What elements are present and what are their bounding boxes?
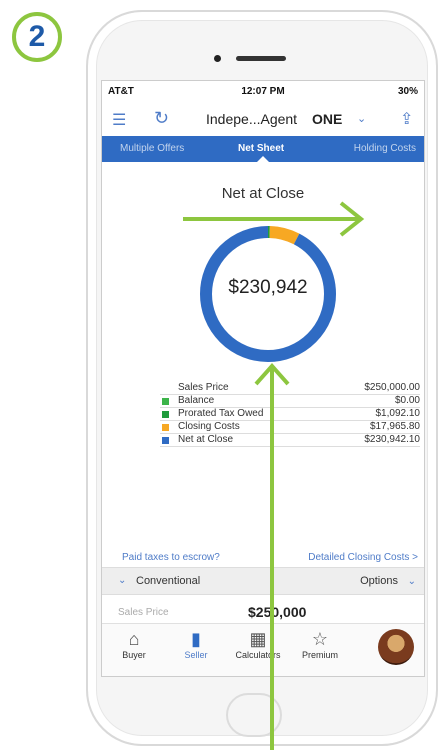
nav-bar: ☰ ↻ Indepe...Agent ONE ⌄ ⇪ (102, 105, 424, 133)
legend: Sales Price $250,000.00 Balance $0.00 Pr… (160, 382, 420, 447)
legend-swatch (162, 411, 169, 418)
nav-premium[interactable]: ☆ Premium (292, 628, 348, 660)
detailed-closing-costs-link[interactable]: Detailed Closing Costs > (308, 552, 418, 563)
share-icon[interactable]: ⇪ (400, 109, 413, 129)
tab-holding-costs[interactable]: Holding Costs (354, 143, 416, 154)
house-icon: ⌂ (128, 629, 140, 649)
legend-row: Sales Price $250,000.00 (160, 382, 420, 395)
refresh-icon[interactable]: ↻ (154, 108, 169, 129)
legend-value: $1,092.10 (375, 408, 421, 419)
battery-indicator: 30% (397, 86, 418, 97)
active-tab-caret (257, 156, 269, 162)
chevron-down-icon[interactable]: ⌄ (408, 576, 416, 587)
nav-seller[interactable]: ▮ Seller (168, 628, 224, 660)
legend-value: $230,942.10 (364, 434, 420, 445)
loan-type-label[interactable]: Conventional (136, 575, 200, 587)
nav-label: Seller (184, 650, 208, 660)
donut-center-value: $230,942 (228, 277, 308, 298)
legend-value: $17,965.80 (369, 421, 420, 432)
up-arrow-annotation (254, 362, 290, 750)
legend-label: Sales Price (178, 382, 229, 393)
legend-row: Balance $0.00 (160, 395, 420, 408)
nav-label: Buyer (122, 650, 146, 660)
status-bar: AT&T 12:07 PM 30% (102, 81, 424, 101)
brand-label: ONE (312, 111, 343, 127)
legend-row: Closing Costs $17,965.80 (160, 421, 420, 434)
legend-row: Prorated Tax Owed $1,092.10 (160, 408, 420, 421)
legend-label: Closing Costs (178, 421, 240, 432)
legend-value: $0.00 (394, 395, 420, 406)
avatar[interactable] (378, 629, 414, 665)
options-button[interactable]: Options (360, 575, 398, 587)
legend-swatch (162, 424, 169, 431)
legend-swatch (162, 437, 169, 444)
right-arrow-annotation (183, 201, 365, 237)
paid-taxes-link[interactable]: Paid taxes to escrow? (122, 552, 220, 563)
agent-title[interactable]: Indepe...Agent (206, 111, 297, 127)
legend-row: Net at Close $230,942.10 (160, 434, 420, 447)
chevron-down-icon[interactable]: ⌄ (118, 575, 126, 586)
nav-buyer[interactable]: ⌂ Buyer (106, 628, 162, 660)
legend-label: Net at Close (178, 434, 234, 445)
chevron-down-icon[interactable]: ⌄ (357, 112, 366, 125)
star-icon: ☆ (311, 629, 329, 649)
step-number-badge: 2 (12, 12, 62, 62)
speaker-grille (236, 56, 286, 61)
sign-icon: ▮ (191, 629, 201, 649)
menu-icon[interactable]: ☰ (112, 110, 126, 130)
sales-price-label: Sales Price (118, 607, 169, 618)
legend-value: $250,000.00 (364, 382, 420, 393)
tab-net-sheet[interactable]: Net Sheet (238, 143, 284, 154)
tab-multiple-offers[interactable]: Multiple Offers (120, 143, 184, 154)
legend-swatch (162, 398, 169, 405)
net-at-close-heading: Net at Close (221, 185, 305, 202)
clock: 12:07 PM (241, 86, 285, 97)
legend-label: Balance (178, 395, 215, 406)
legend-label: Prorated Tax Owed (178, 408, 264, 419)
camera-icon (214, 55, 221, 62)
nav-label: Premium (301, 650, 338, 660)
